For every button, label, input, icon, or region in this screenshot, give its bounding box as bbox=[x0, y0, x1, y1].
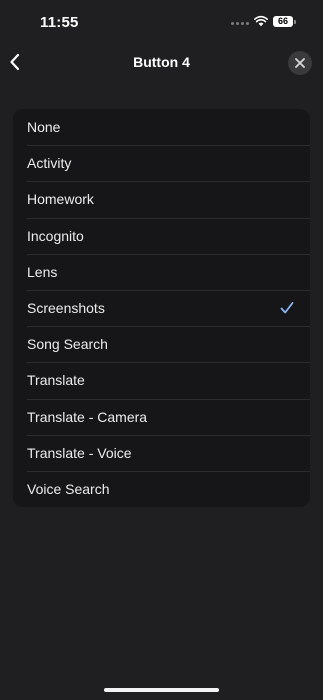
option-homework[interactable]: Homework bbox=[13, 181, 310, 217]
battery-indicator: 66 bbox=[273, 16, 296, 28]
option-label: Homework bbox=[27, 191, 94, 208]
option-translate-voice[interactable]: Translate - Voice bbox=[13, 434, 310, 471]
option-label: Translate - Voice bbox=[27, 444, 132, 461]
option-label: None bbox=[27, 119, 61, 136]
page-title: Button 4 bbox=[133, 54, 190, 70]
header: Button 4 bbox=[0, 44, 323, 82]
option-activity[interactable]: Activity bbox=[13, 145, 310, 181]
option-screenshots[interactable]: Screenshots bbox=[13, 289, 310, 326]
options-list: None Activity Homework Incognito Lens Sc… bbox=[13, 109, 310, 508]
checkmark-icon bbox=[280, 302, 294, 314]
option-incognito[interactable]: Incognito bbox=[13, 217, 310, 254]
option-label: Incognito bbox=[27, 227, 84, 244]
option-label: Activity bbox=[27, 155, 72, 172]
option-label: Lens bbox=[27, 263, 58, 280]
signal-dots-icon bbox=[231, 22, 249, 26]
battery-cap bbox=[294, 20, 296, 24]
option-translate[interactable]: Translate bbox=[13, 362, 310, 398]
screen: 11:55 66 Button 4 None Activity Homework… bbox=[0, 0, 323, 700]
option-label: Screenshots bbox=[27, 300, 105, 317]
option-lens[interactable]: Lens bbox=[13, 253, 310, 290]
home-indicator[interactable] bbox=[104, 688, 219, 692]
option-label: Translate bbox=[27, 372, 85, 389]
status-bar: 11:55 66 bbox=[0, 0, 323, 44]
option-label: Voice Search bbox=[27, 480, 110, 497]
option-translate-camera[interactable]: Translate - Camera bbox=[13, 398, 310, 435]
option-label: Translate - Camera bbox=[27, 408, 148, 425]
option-song-search[interactable]: Song Search bbox=[13, 326, 310, 362]
close-icon bbox=[295, 58, 305, 68]
option-voice-search[interactable]: Voice Search bbox=[13, 470, 310, 507]
battery-level: 66 bbox=[273, 16, 293, 27]
option-none[interactable]: None bbox=[13, 109, 310, 145]
wifi-icon bbox=[254, 15, 268, 27]
option-label: Song Search bbox=[27, 336, 108, 353]
close-button[interactable] bbox=[288, 51, 312, 75]
status-time: 11:55 bbox=[40, 14, 79, 31]
